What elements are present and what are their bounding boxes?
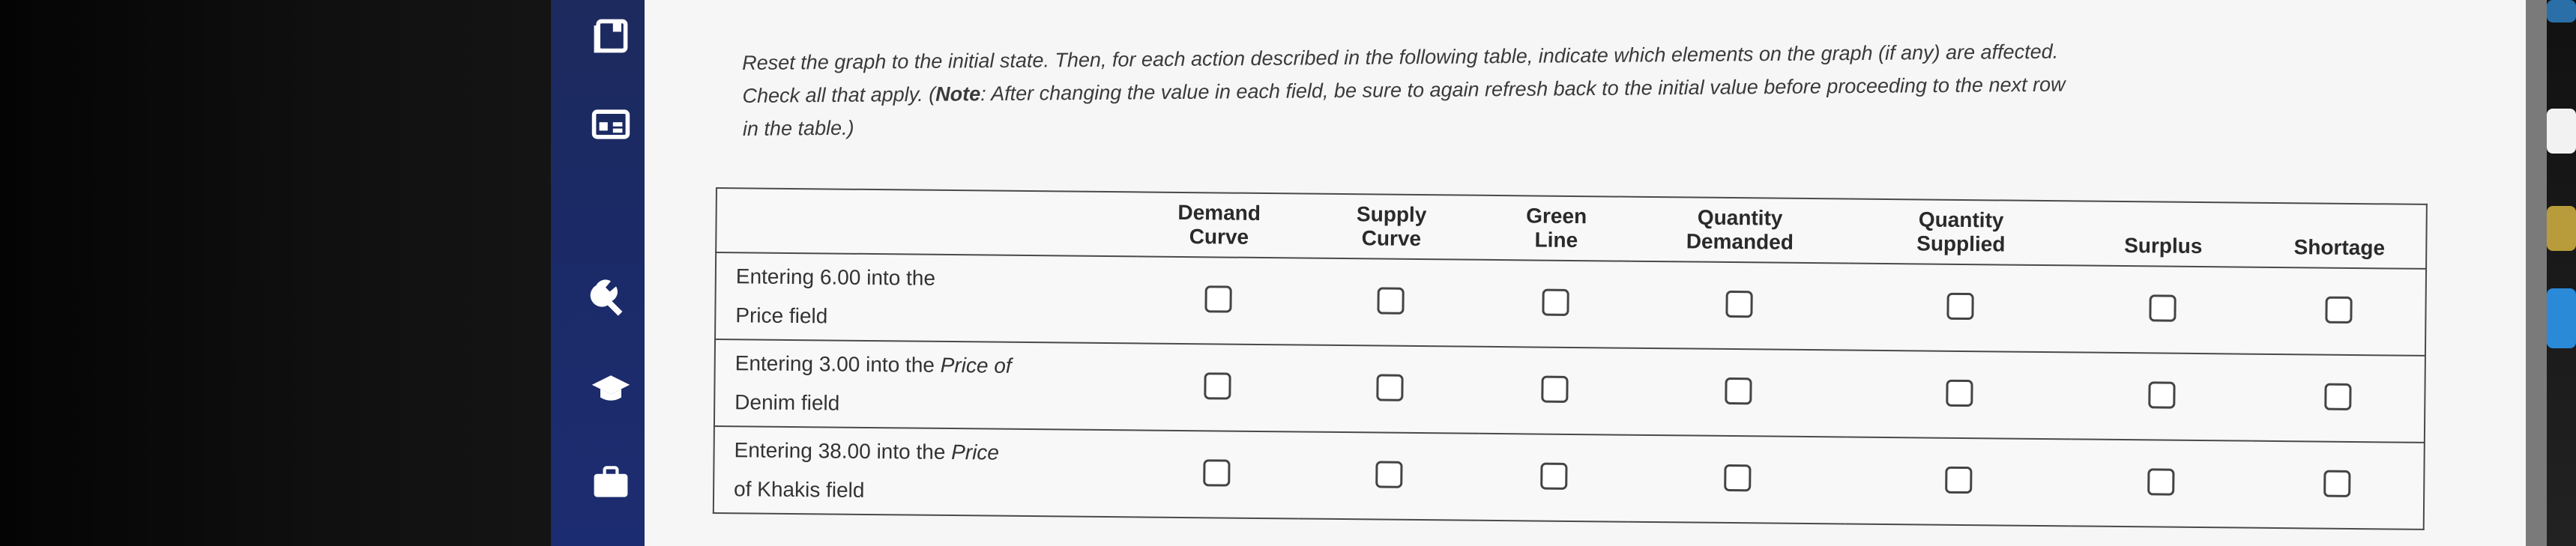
quantity-demanded-checkbox[interactable] (1725, 290, 1753, 318)
quantity-supplied-checkbox[interactable] (1946, 292, 1974, 320)
quantity-demanded-checkbox[interactable] (1725, 377, 1752, 404)
shortage-checkbox[interactable] (2324, 383, 2352, 410)
instructions-text: Check all that apply. ( (742, 82, 936, 107)
header-green-line: Green Line (1481, 195, 1632, 261)
cell (1298, 431, 1479, 521)
green-line-checkbox[interactable] (1540, 462, 1568, 490)
demand-curve-checkbox[interactable] (1204, 371, 1231, 400)
row-label: Entering 3.00 into the Price of Denim fie… (714, 339, 1136, 431)
cell (2251, 354, 2425, 443)
shortage-checkbox[interactable] (2325, 296, 2353, 324)
header-supply-curve: Supply Curve (1301, 193, 1482, 260)
book-icon[interactable] (581, 6, 641, 66)
cell (1299, 345, 1481, 434)
table-row: Entering 6.00 into the Price field (715, 252, 2427, 356)
cell (1847, 263, 2074, 353)
answer-table: Demand Curve Supply Curve Green Line Quanti… (712, 187, 2428, 530)
instructions-text: : After changing the value in each field… (980, 73, 2066, 106)
cell (1300, 258, 1482, 347)
cell (1135, 256, 1302, 345)
cell (1845, 437, 2072, 527)
quantity-supplied-checkbox[interactable] (1946, 379, 1973, 407)
green-line-checkbox[interactable] (1542, 288, 1569, 316)
header-quantity-supplied: Quantity Supplied (1848, 198, 2074, 266)
cell (1479, 346, 1630, 435)
cell (1480, 259, 1632, 348)
cell (1629, 348, 1847, 437)
supply-curve-checkbox[interactable] (1377, 286, 1405, 315)
quantity-demanded-checkbox[interactable] (1724, 464, 1752, 491)
table-row: Entering 3.00 into the Price of Denim fie… (714, 339, 2425, 443)
cell (1133, 430, 1300, 519)
right-panel (2547, 0, 2576, 546)
cell (2072, 265, 2254, 354)
demand-curve-checkbox[interactable] (1203, 458, 1231, 487)
cell (1846, 350, 2072, 440)
cell (1134, 343, 1301, 432)
edge-badge (2547, 0, 2576, 22)
header-surplus: Surplus (2073, 201, 2254, 267)
cell (1628, 434, 1847, 524)
surplus-checkbox[interactable] (2149, 294, 2177, 322)
edge-badge (2547, 206, 2576, 251)
shortage-checkbox[interactable] (2323, 470, 2351, 497)
cell (2070, 439, 2251, 528)
briefcase-icon[interactable] (581, 452, 641, 512)
surplus-checkbox[interactable] (2147, 467, 2175, 496)
edge-badge (2547, 109, 2576, 154)
cell (1629, 261, 1849, 351)
background-dark (0, 0, 551, 546)
green-line-checkbox[interactable] (1541, 375, 1569, 403)
row-label: Entering 6.00 into the Price field (715, 252, 1137, 344)
supply-curve-checkbox[interactable] (1376, 373, 1404, 401)
demand-curve-checkbox[interactable] (1204, 285, 1232, 313)
cell (1478, 433, 1629, 522)
header-quantity-demanded: Quantity Demanded (1631, 196, 1849, 264)
edge-badge (2547, 288, 2576, 348)
calculator-icon[interactable] (581, 94, 641, 154)
note-label: Note (935, 82, 981, 106)
graduation-cap-icon[interactable] (581, 358, 641, 418)
header-demand-curve: Demand Curve (1136, 192, 1302, 258)
row-label: Entering 38.00 into the Price of Khakis f… (713, 425, 1135, 518)
surplus-checkbox[interactable] (2148, 380, 2176, 409)
instructions: Reset the graph to the initial state. Th… (742, 32, 2354, 145)
header-blank (716, 188, 1137, 257)
cell (2071, 352, 2252, 441)
cell (2251, 267, 2427, 356)
table-row: Entering 38.00 into the Price of Khakis f… (713, 425, 2425, 530)
cell (2250, 440, 2425, 530)
wrench-icon[interactable] (581, 266, 641, 326)
header-shortage: Shortage (2253, 202, 2427, 269)
supply-curve-checkbox[interactable] (1375, 460, 1403, 488)
quantity-supplied-checkbox[interactable] (1945, 466, 1973, 494)
